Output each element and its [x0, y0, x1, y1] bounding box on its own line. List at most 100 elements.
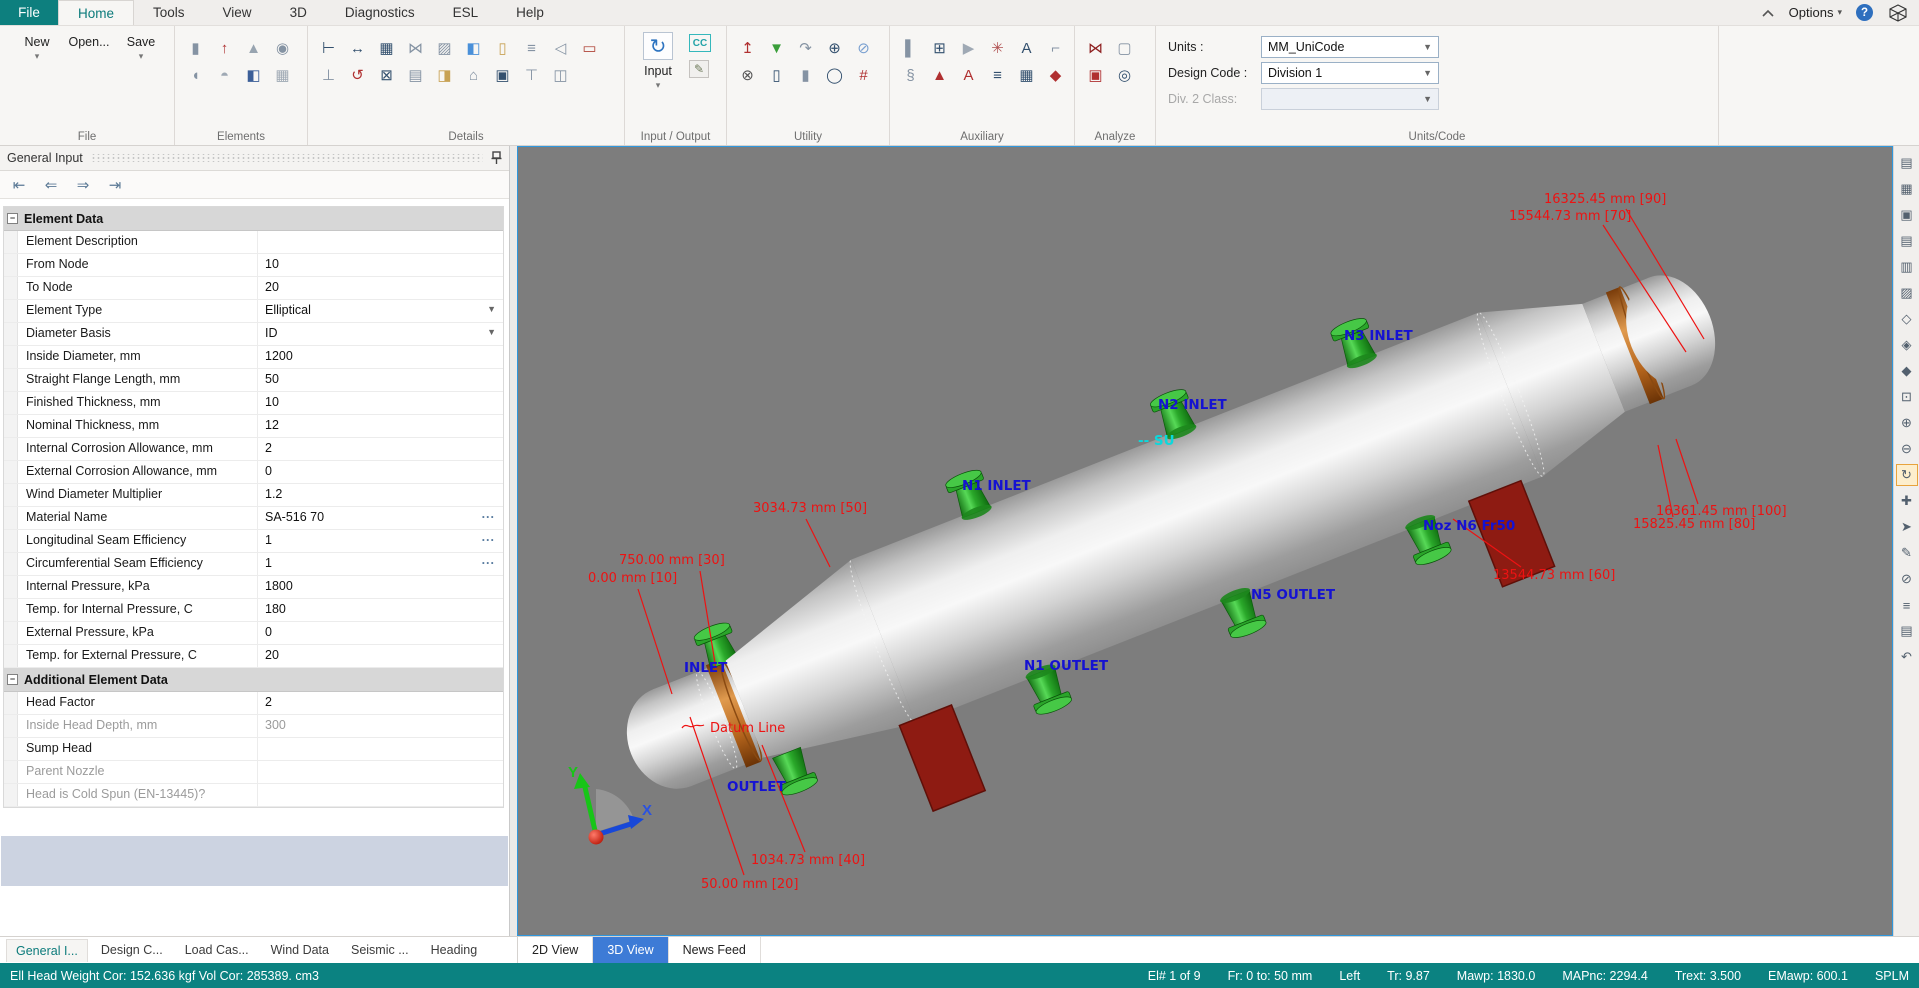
- auxiliary-tool-icon[interactable]: A: [1012, 36, 1041, 60]
- input-category-tab[interactable]: Design C...: [92, 939, 172, 961]
- property-row[interactable]: Longitudinal Seam Efficiency 1 ▼ ...: [4, 530, 503, 553]
- view-tool-icon[interactable]: ⊘: [1896, 568, 1918, 590]
- view-mode-tab[interactable]: 3D View: [593, 937, 668, 963]
- detail-tool-icon[interactable]: ≡: [517, 36, 546, 60]
- input-category-tab[interactable]: Load Cas...: [176, 939, 258, 961]
- help-icon[interactable]: ?: [1856, 4, 1873, 21]
- property-row[interactable]: Element Description ▼ ...: [4, 231, 503, 254]
- analyze-tool-icon[interactable]: ◎: [1110, 63, 1139, 87]
- property-row[interactable]: Nominal Thickness, mm 12 ▼ ...: [4, 415, 503, 438]
- property-value-field[interactable]: Elliptical: [258, 300, 503, 322]
- property-row[interactable]: Head is Cold Spun (EN-13445)? ▼ ...: [4, 784, 503, 807]
- property-row[interactable]: Parent Nozzle ▼ ...: [4, 761, 503, 784]
- element-tool-icon[interactable]: ◉: [268, 36, 297, 60]
- property-row[interactable]: External Pressure, kPa 0 ▼ ...: [4, 622, 503, 645]
- ellipsis-button[interactable]: ...: [482, 553, 495, 567]
- element-tool-icon[interactable]: ▮: [181, 36, 210, 60]
- property-value-field[interactable]: 10: [258, 254, 503, 276]
- detail-tool-icon[interactable]: ◧: [459, 36, 488, 60]
- property-value-field[interactable]: 2: [258, 692, 503, 714]
- design-code-combobox[interactable]: Division 1▼: [1261, 62, 1439, 84]
- codecalc-icon[interactable]: CC: [689, 34, 711, 52]
- property-value-field[interactable]: [258, 231, 503, 253]
- utility-tool-icon[interactable]: ◯: [820, 63, 849, 87]
- utility-tool-icon[interactable]: ↷: [791, 36, 820, 60]
- analyze-tool-icon[interactable]: ⋈: [1081, 36, 1110, 60]
- element-tool-icon[interactable]: ▲: [239, 36, 268, 60]
- property-value-field[interactable]: 0: [258, 461, 503, 483]
- chevron-down-icon[interactable]: ▾: [35, 51, 40, 61]
- property-row[interactable]: Straight Flange Length, mm 50 ▼ ...: [4, 369, 503, 392]
- detail-tool-icon[interactable]: ⊤: [517, 63, 546, 87]
- view-tool-icon[interactable]: ➤: [1896, 516, 1918, 538]
- property-row[interactable]: External Corrosion Allowance, mm 0 ▼ ...: [4, 461, 503, 484]
- element-tool-icon[interactable]: ◖: [181, 63, 210, 87]
- property-value-field[interactable]: 50: [258, 369, 503, 391]
- property-row[interactable]: Material Name SA-516 70 ▼ ...: [4, 507, 503, 530]
- property-value-field[interactable]: 1: [258, 530, 503, 552]
- view-mode-tab[interactable]: News Feed: [669, 937, 761, 963]
- menu-tab[interactable]: Diagnostics: [326, 0, 434, 25]
- auxiliary-tool-icon[interactable]: ✳: [983, 36, 1012, 60]
- auxiliary-tool-icon[interactable]: §: [896, 63, 925, 87]
- detail-tool-icon[interactable]: ⊢: [314, 36, 343, 60]
- pin-icon[interactable]: [491, 151, 502, 165]
- property-row[interactable]: Finished Thickness, mm 10 ▼ ...: [4, 392, 503, 415]
- menu-tab[interactable]: Tools: [134, 0, 204, 25]
- view-tool-icon[interactable]: ▤: [1896, 230, 1918, 252]
- view-tool-icon[interactable]: ◆: [1896, 360, 1918, 382]
- property-row[interactable]: Inside Head Depth, mm 300 ▼ ...: [4, 715, 503, 738]
- element-tool-icon[interactable]: ◓: [210, 63, 239, 87]
- detail-tool-icon[interactable]: ▨: [430, 36, 459, 60]
- property-value-field[interactable]: 20: [258, 277, 503, 299]
- file-menu-button[interactable]: File: [0, 0, 58, 25]
- detail-tool-icon[interactable]: ▣: [488, 63, 517, 87]
- element-nav-arrow-button[interactable]: ⇒: [72, 176, 94, 194]
- collapse-icon[interactable]: −: [7, 213, 18, 224]
- element-nav-arrow-button[interactable]: ⇥: [104, 176, 126, 194]
- property-row[interactable]: Head Factor 2 ▼ ...: [4, 692, 503, 715]
- file-group-button[interactable]: Open...: [66, 32, 112, 145]
- chevron-down-icon[interactable]: ▾: [656, 80, 661, 91]
- property-value-field[interactable]: 0: [258, 622, 503, 644]
- collapse-icon[interactable]: −: [7, 674, 18, 685]
- units-combobox[interactable]: MM_UniCode▼: [1261, 36, 1439, 58]
- auxiliary-tool-icon[interactable]: ⌐: [1041, 36, 1070, 60]
- property-row[interactable]: Internal Corrosion Allowance, mm 2 ▼ ...: [4, 438, 503, 461]
- utility-tool-icon[interactable]: ⊕: [820, 36, 849, 60]
- property-value-field[interactable]: 2: [258, 438, 503, 460]
- property-row[interactable]: Sump Head ▼ ...: [4, 738, 503, 761]
- menu-tab[interactable]: View: [204, 0, 271, 25]
- input-category-tab[interactable]: General I...: [6, 939, 88, 962]
- property-row[interactable]: Wind Diameter Multiplier 1.2 ▼ ...: [4, 484, 503, 507]
- file-group-button[interactable]: New ▾: [14, 32, 60, 145]
- analyze-tool-icon[interactable]: ▣: [1081, 63, 1110, 87]
- property-value-field[interactable]: 1.2: [258, 484, 503, 506]
- auxiliary-tool-icon[interactable]: ▲: [925, 63, 954, 87]
- view-tool-icon[interactable]: ▤: [1896, 152, 1918, 174]
- options-menu-button[interactable]: Options▾: [1789, 5, 1842, 20]
- view-tool-icon[interactable]: ◈: [1896, 334, 1918, 356]
- property-value-field[interactable]: 1200: [258, 346, 503, 368]
- section-header-additional-element-data[interactable]: − Additional Element Data: [4, 668, 503, 692]
- utility-tool-icon[interactable]: ⊘: [849, 36, 878, 60]
- ellipsis-button[interactable]: ...: [482, 530, 495, 544]
- view-tool-icon[interactable]: ↻: [1896, 464, 1918, 486]
- dropdown-arrow-icon[interactable]: ▼: [487, 327, 496, 337]
- element-nav-arrow-button[interactable]: ⇤: [8, 176, 30, 194]
- view-tool-icon[interactable]: ⊕: [1896, 412, 1918, 434]
- property-value-field[interactable]: 1800: [258, 576, 503, 598]
- section-header-element-data[interactable]: − Element Data: [4, 207, 503, 231]
- collapse-ribbon-icon[interactable]: [1761, 8, 1775, 18]
- view-tool-icon[interactable]: ▤: [1896, 620, 1918, 642]
- chevron-down-icon[interactable]: ▾: [139, 51, 144, 61]
- property-value-field[interactable]: 300: [258, 715, 503, 737]
- detail-tool-icon[interactable]: ▭: [575, 36, 604, 60]
- detail-tool-icon[interactable]: ▤: [401, 63, 430, 87]
- property-value-field[interactable]: 20: [258, 645, 503, 667]
- utility-tool-icon[interactable]: ▮: [791, 63, 820, 87]
- view-tool-icon[interactable]: ⊖: [1896, 438, 1918, 460]
- auxiliary-tool-icon[interactable]: ⊞: [925, 36, 954, 60]
- view-tool-icon[interactable]: ✎: [1896, 542, 1918, 564]
- property-value-field[interactable]: 180: [258, 599, 503, 621]
